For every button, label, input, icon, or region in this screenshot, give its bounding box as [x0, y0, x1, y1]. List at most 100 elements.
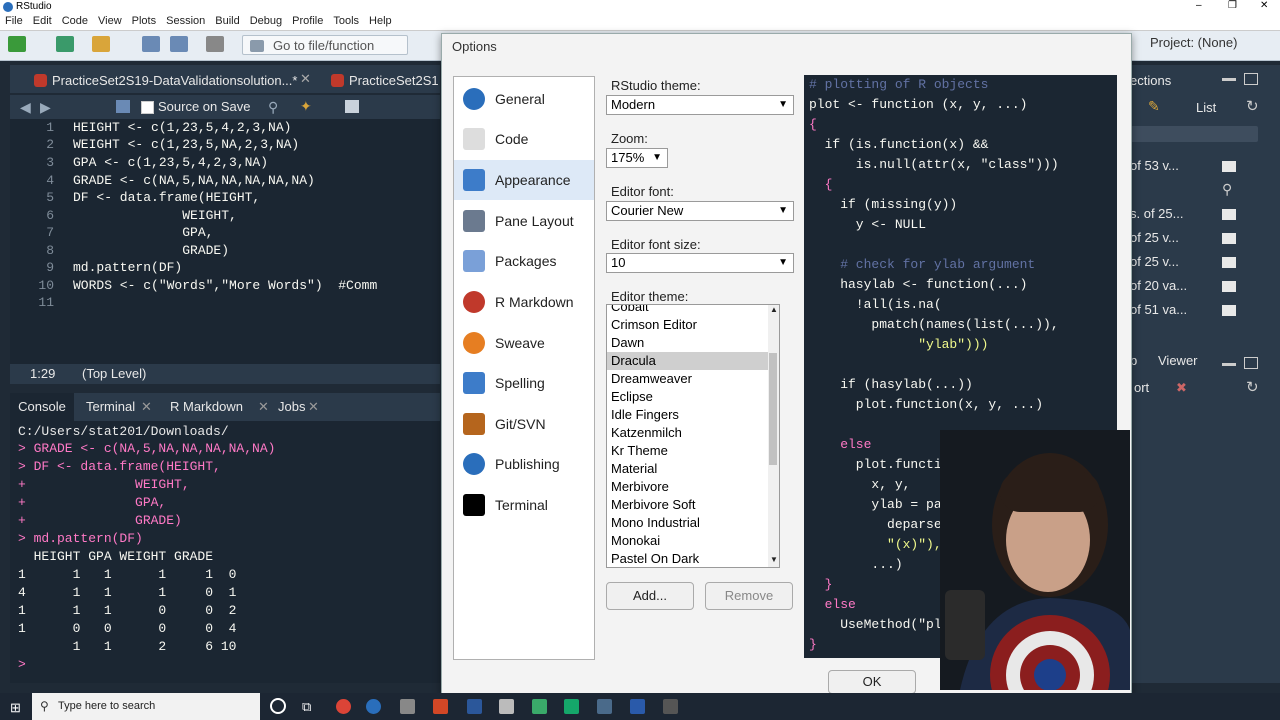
category-pane-layout[interactable]: Pane Layout — [454, 201, 594, 241]
menu-profile[interactable]: Profile — [287, 14, 328, 27]
tab-console[interactable]: Console — [10, 393, 74, 421]
back-arrow-icon[interactable]: ◀ — [20, 99, 31, 116]
theme-option[interactable]: Dawn — [607, 334, 771, 352]
tab-terminal[interactable]: Terminal — [86, 393, 135, 421]
new-project-icon[interactable] — [56, 36, 74, 52]
theme-option[interactable]: Crimson Editor — [607, 316, 771, 334]
compile-report-icon[interactable] — [345, 100, 359, 113]
category-general[interactable]: General — [454, 79, 594, 119]
menu-plots[interactable]: Plots — [127, 14, 161, 27]
refresh-icon[interactable]: ↻ — [1246, 378, 1259, 396]
powershell-icon[interactable] — [630, 699, 645, 714]
tab-r-markdown[interactable]: R Markdown — [170, 393, 243, 421]
close-tab-icon[interactable]: ✕ — [258, 393, 269, 421]
close-tab-icon[interactable]: ✕ — [141, 393, 152, 421]
magic-wand-icon[interactable]: ✦ — [300, 98, 312, 115]
powerpoint-icon[interactable] — [433, 699, 448, 714]
forward-arrow-icon[interactable]: ▶ — [40, 99, 51, 116]
theme-option[interactable]: Merbivore Soft — [607, 496, 771, 514]
editor-font-select[interactable]: Courier New ▼ — [606, 201, 794, 221]
list-view-dropdown[interactable]: List — [1196, 100, 1216, 115]
category-terminal[interactable]: Terminal — [454, 485, 594, 525]
theme-option[interactable]: Kr Theme — [607, 442, 771, 460]
goto-file-input[interactable]: Go to file/function — [242, 35, 408, 55]
minimize-pane-icon[interactable] — [1222, 78, 1236, 81]
theme-option[interactable]: Idle Fingers — [607, 406, 771, 424]
broom-icon[interactable]: ✎ — [1148, 98, 1160, 115]
tab-viewer[interactable]: Viewer — [1158, 353, 1198, 368]
theme-option[interactable]: Monokai — [607, 532, 771, 550]
minimize-pane-icon[interactable] — [1222, 363, 1236, 366]
theme-option[interactable]: Eclipse — [607, 388, 771, 406]
environment-search-input[interactable] — [1128, 126, 1258, 142]
remove-theme-button[interactable]: Remove — [705, 582, 793, 610]
refresh-icon[interactable]: ↻ — [1246, 97, 1259, 115]
ok-button[interactable]: OK — [828, 670, 916, 694]
clear-icon[interactable]: ✖ — [1176, 380, 1187, 396]
search-icon[interactable]: ⚲ — [268, 99, 278, 116]
app-icon[interactable] — [499, 699, 514, 714]
save-all-icon[interactable] — [170, 36, 188, 52]
scroll-up-icon[interactable]: ▲ — [770, 305, 778, 314]
word-icon[interactable] — [467, 699, 482, 714]
rstudio-icon[interactable] — [366, 699, 381, 714]
task-view-icon[interactable]: ⧉ — [302, 699, 311, 715]
grid-view-icon[interactable] — [1222, 233, 1236, 244]
app-icon[interactable] — [597, 699, 612, 714]
menu-session[interactable]: Session — [161, 14, 210, 27]
save-icon[interactable] — [116, 100, 130, 113]
search-icon[interactable]: ⚲ — [1222, 181, 1232, 198]
category-packages[interactable]: Packages — [454, 241, 594, 281]
new-file-icon[interactable] — [8, 36, 26, 52]
category-spelling[interactable]: Spelling — [454, 363, 594, 403]
cortana-icon[interactable] — [270, 698, 286, 714]
menu-code[interactable]: Code — [57, 14, 93, 27]
theme-option[interactable]: Merbivore — [607, 478, 771, 496]
save-icon[interactable] — [142, 36, 160, 52]
taskbar-search-input[interactable]: Type here to search — [32, 693, 260, 720]
source-on-save-checkbox[interactable] — [141, 101, 154, 114]
export-menu[interactable]: ort — [1134, 380, 1149, 395]
grid-view-icon[interactable] — [1222, 209, 1236, 220]
app-icon[interactable] — [564, 699, 579, 714]
close-icon[interactable]: ✕ — [1260, 0, 1268, 11]
maximize-pane-icon[interactable] — [1244, 357, 1258, 369]
grid-view-icon[interactable] — [1222, 281, 1236, 292]
theme-option[interactable]: Katzenmilch — [607, 424, 771, 442]
menu-help[interactable]: Help — [364, 14, 397, 27]
calculator-icon[interactable] — [400, 699, 415, 714]
menu-build[interactable]: Build — [210, 14, 244, 27]
app-icon[interactable] — [532, 699, 547, 714]
add-theme-button[interactable]: Add... — [606, 582, 694, 610]
grid-view-icon[interactable] — [1222, 257, 1236, 268]
scroll-down-icon[interactable]: ▼ — [770, 555, 778, 564]
menu-debug[interactable]: Debug — [245, 14, 287, 27]
zoom-select[interactable]: 175% ▼ — [606, 148, 668, 168]
editor-theme-list[interactable]: Cobalt Crimson Editor Dawn Dracula Dream… — [606, 304, 780, 568]
open-file-icon[interactable] — [92, 36, 110, 52]
category-sweave[interactable]: Sweave — [454, 323, 594, 363]
theme-option[interactable]: Cobalt — [607, 305, 771, 316]
menu-tools[interactable]: Tools — [328, 14, 364, 27]
chrome-icon[interactable] — [336, 699, 351, 714]
close-tab-icon[interactable]: ✕ — [300, 71, 311, 87]
tab-connections[interactable]: ections — [1130, 73, 1171, 88]
print-icon[interactable] — [206, 36, 224, 52]
console-output[interactable]: C:/Users/stat201/Downloads/ > GRADE <- c… — [10, 421, 440, 683]
close-tab-icon[interactable]: ✕ — [308, 393, 319, 421]
rstudio-theme-select[interactable]: Modern ▼ — [606, 95, 794, 115]
editor-tab-active[interactable]: PracticeSet2S19-DataValidationsolution..… — [30, 68, 342, 93]
editor-font-size-select[interactable]: 10 ▼ — [606, 253, 794, 273]
category-publishing[interactable]: Publishing — [454, 444, 594, 484]
category-git-svn[interactable]: Git/SVN — [454, 404, 594, 444]
menu-edit[interactable]: Edit — [28, 14, 57, 27]
maximize-pane-icon[interactable] — [1244, 73, 1258, 85]
category-appearance[interactable]: Appearance — [454, 160, 594, 200]
theme-option[interactable]: Mono Industrial — [607, 514, 771, 532]
category-code[interactable]: Code — [454, 119, 594, 159]
grid-view-icon[interactable] — [1222, 305, 1236, 316]
menu-view[interactable]: View — [93, 14, 127, 27]
editor-tab[interactable]: PracticeSet2S1 — [327, 68, 459, 93]
windows-start-icon[interactable]: ⊞ — [10, 700, 21, 716]
theme-option[interactable]: Material — [607, 460, 771, 478]
